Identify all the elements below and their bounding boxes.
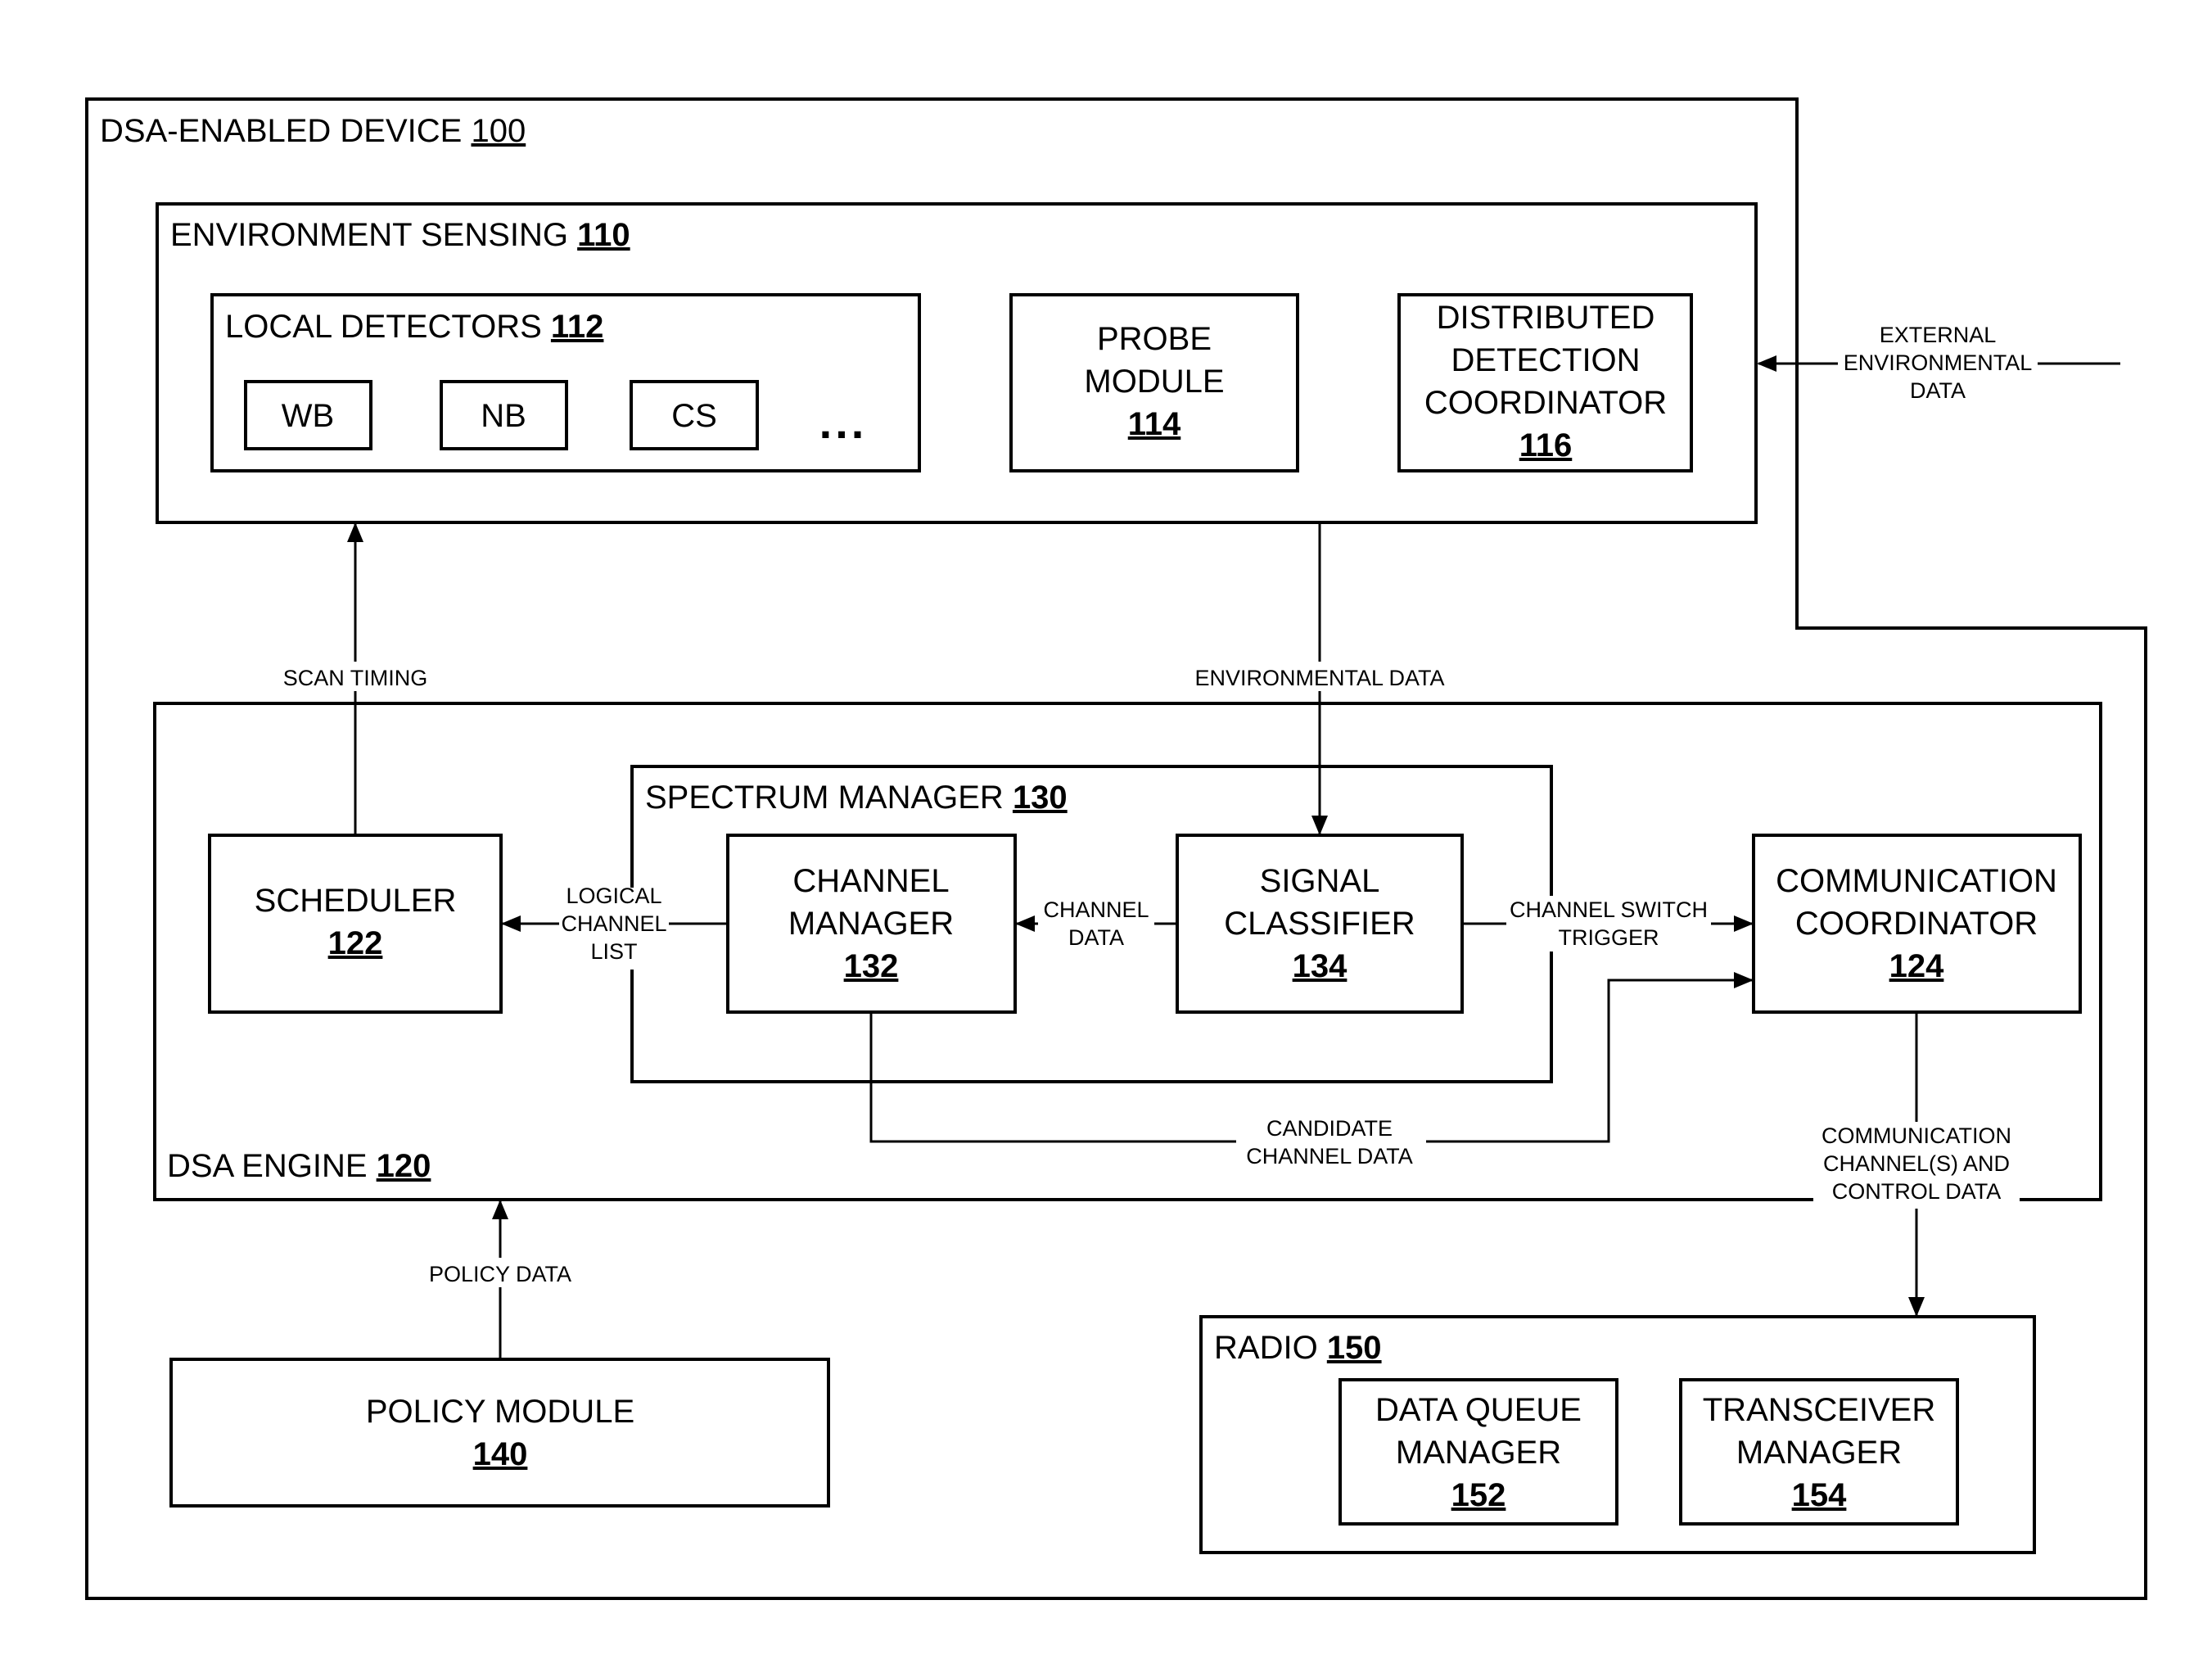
scheduler-number: 122	[328, 925, 383, 961]
communication-channels-connection: COMMUNICATION CHANNEL(S) AND CONTROL DAT…	[1813, 1012, 2020, 1317]
dsa-engine-title: DSA ENGINE 120	[167, 1148, 431, 1184]
transceiver-manager-line-1: TRANSCEIVER	[1703, 1392, 1936, 1428]
local-detectors-title: LOCAL DETECTORS 112	[225, 309, 603, 345]
external-data-label-1: EXTERNAL	[1880, 323, 1997, 347]
signal-classifier-line-2: CLASSIFIER	[1224, 906, 1415, 942]
external-data-label-2: ENVIRONMENTAL	[1844, 350, 2033, 375]
distributed-detection-coordinator: DISTRIBUTED DETECTION COORDINATOR 116	[1397, 293, 1693, 472]
radio: RADIO 150 DATA QUEUE MANAGER 152 TRANSCE…	[1199, 1315, 2036, 1554]
signal-classifier-line-1: SIGNAL	[1260, 863, 1380, 899]
ddc-number: 116	[1519, 427, 1573, 463]
communication-coordinator: COMMUNICATION COORDINATOR 124	[1752, 834, 2082, 1014]
communication-coordinator-line-1: COMMUNICATION	[1776, 863, 2057, 899]
channel-data-label-2: DATA	[1068, 925, 1124, 950]
transceiver-manager: TRANSCEIVER MANAGER 154	[1679, 1378, 1959, 1526]
channel-manager-line-1: CHANNEL	[792, 863, 949, 899]
environment-sensing-title: ENVIRONMENT SENSING 110	[170, 217, 630, 253]
dsa-device-diagram: DSA-ENABLED DEVICE 100 ENVIRONMENT SENSI…	[85, 97, 2147, 1600]
logical-channel-list-label-1: LOGICAL	[566, 884, 661, 908]
scan-timing-connection: SCAN TIMING	[270, 522, 440, 835]
probe-module-line-1: PROBE	[1097, 321, 1212, 357]
scan-timing-label: SCAN TIMING	[283, 666, 428, 690]
scheduler-box	[208, 834, 503, 1014]
channel-manager-line-2: MANAGER	[788, 906, 954, 942]
environmental-data-connection: ENVIRONMENTAL DATA	[1179, 522, 1460, 835]
candidate-channel-data-label-1: CANDIDATE	[1266, 1116, 1393, 1141]
signal-classifier-number: 134	[1293, 948, 1348, 984]
spectrum-manager-title: SPECTRUM MANAGER 130	[645, 780, 1068, 816]
data-queue-manager-line-1: DATA QUEUE	[1375, 1392, 1582, 1428]
external-data-label-3: DATA	[1910, 378, 1966, 403]
communication-coordinator-number: 124	[1889, 948, 1944, 984]
signal-classifier: SIGNAL CLASSIFIER 134	[1176, 834, 1464, 1014]
device-title: DSA-ENABLED DEVICE 100	[100, 113, 526, 149]
channel-switch-trigger-label-1: CHANNEL SWITCH	[1510, 897, 1708, 922]
policy-data-label: POLICY DATA	[429, 1262, 571, 1286]
channel-switch-trigger-connection: CHANNEL SWITCH TRIGGER	[1462, 896, 1754, 952]
ddc-line-2: DETECTION	[1451, 342, 1640, 378]
probe-module-line-2: MODULE	[1084, 364, 1224, 400]
policy-module-line-1: POLICY MODULE	[366, 1394, 634, 1430]
logical-channel-list-label-3: LIST	[590, 939, 637, 964]
detector-wb-label: WB	[282, 398, 334, 434]
data-queue-manager-number: 152	[1451, 1477, 1506, 1513]
policy-data-connection: POLICY DATA	[418, 1200, 583, 1359]
radio-title: RADIO 150	[1214, 1330, 1382, 1366]
logical-channel-list-label-2: CHANNEL	[561, 911, 666, 936]
detector-nb-label: NB	[481, 398, 526, 434]
data-queue-manager: DATA QUEUE MANAGER 152	[1338, 1378, 1618, 1526]
local-detectors: LOCAL DETECTORS 112 WB NB CS ...	[210, 293, 921, 472]
transceiver-manager-line-2: MANAGER	[1736, 1435, 1902, 1471]
policy-module-box	[169, 1358, 830, 1508]
ddc-line-1: DISTRIBUTED	[1437, 300, 1655, 336]
external-environmental-data-connection: EXTERNAL ENVIRONMENTAL DATA	[1757, 321, 2120, 403]
communication-channels-label-1: COMMUNICATION	[1822, 1123, 2011, 1148]
ddc-line-3: COORDINATOR	[1424, 385, 1667, 421]
logical-channel-list-connection: LOGICAL CHANNEL LIST	[501, 884, 728, 970]
environment-sensing: ENVIRONMENT SENSING 110 LOCAL DETECTORS …	[156, 202, 1758, 524]
more-detectors-ellipsis: ...	[819, 396, 868, 448]
detector-cs-label: CS	[671, 398, 717, 434]
channel-data-label-1: CHANNEL	[1043, 897, 1149, 922]
probe-module-number: 114	[1128, 406, 1181, 442]
scheduler-line-1: SCHEDULER	[255, 883, 457, 919]
transceiver-manager-number: 154	[1792, 1477, 1847, 1513]
probe-module: PROBE MODULE 114	[1009, 293, 1299, 472]
environmental-data-label: ENVIRONMENTAL DATA	[1194, 666, 1444, 690]
policy-module-number: 140	[473, 1436, 528, 1472]
candidate-channel-data-label-2: CHANNEL DATA	[1246, 1144, 1413, 1169]
candidate-channel-data-connection: CANDIDATE CHANNEL DATA	[869, 972, 1754, 1171]
channel-switch-trigger-label-2: TRIGGER	[1558, 925, 1659, 950]
channel-manager: CHANNEL MANAGER 132	[726, 834, 1017, 1014]
channel-data-connection: CHANNEL DATA	[1015, 896, 1177, 952]
communication-channels-label-3: CONTROL DATA	[1832, 1179, 2002, 1204]
communication-coordinator-line-2: COORDINATOR	[1795, 906, 2038, 942]
policy-module: POLICY MODULE 140	[169, 1358, 830, 1508]
communication-channels-label-2: CHANNEL(S) AND	[1823, 1151, 2010, 1176]
scheduler: SCHEDULER 122	[208, 834, 503, 1014]
data-queue-manager-line-2: MANAGER	[1396, 1435, 1561, 1471]
channel-manager-number: 132	[844, 948, 899, 984]
